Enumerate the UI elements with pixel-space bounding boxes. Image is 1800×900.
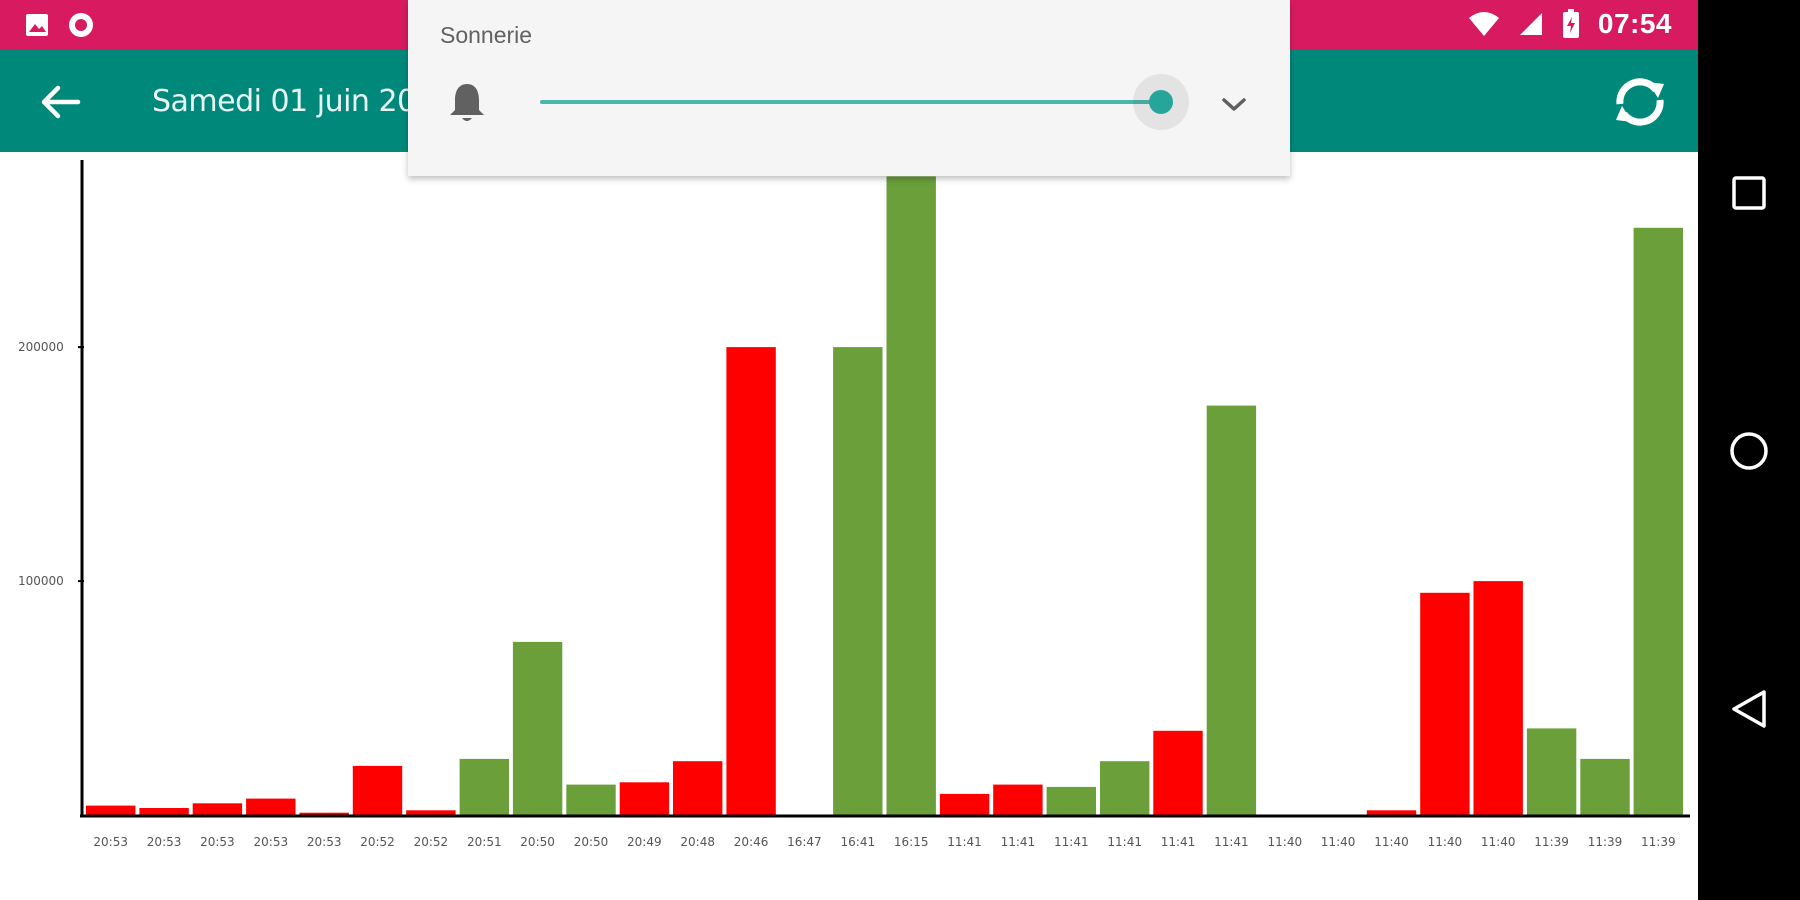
x-tick-label: 20:51 bbox=[467, 835, 502, 849]
bar-27 bbox=[1526, 728, 1577, 815]
x-tick-label: 16:47 bbox=[787, 835, 822, 849]
bar-16 bbox=[939, 793, 990, 815]
bar-17 bbox=[993, 784, 1043, 815]
x-tick-label: 11:41 bbox=[1054, 835, 1089, 849]
bar-6 bbox=[406, 810, 456, 815]
bar-2 bbox=[192, 803, 243, 815]
bar-7 bbox=[459, 758, 509, 815]
x-tick-label: 20:48 bbox=[680, 835, 715, 849]
bar-11 bbox=[673, 761, 723, 815]
x-tick-label: 20:52 bbox=[414, 835, 449, 849]
x-tick-label: 20:50 bbox=[520, 835, 555, 849]
image-icon bbox=[26, 14, 48, 36]
recents-square-icon[interactable] bbox=[1726, 170, 1772, 216]
battery-icon bbox=[1562, 9, 1579, 38]
x-tick-label: 11:41 bbox=[1107, 835, 1142, 849]
x-tick-label: 20:46 bbox=[734, 835, 769, 849]
status-system-icons: 07:54 bbox=[1468, 8, 1672, 40]
volume-slider-thumb[interactable] bbox=[1148, 90, 1173, 114]
chevron-down-icon[interactable] bbox=[1218, 90, 1250, 118]
bar-15 bbox=[886, 176, 936, 815]
x-tick-label: 11:40 bbox=[1321, 835, 1356, 849]
bar-0 bbox=[86, 805, 136, 815]
bar-9 bbox=[566, 784, 616, 815]
volume-slider[interactable] bbox=[540, 74, 1189, 130]
x-tick-label: 11:40 bbox=[1481, 835, 1516, 849]
y-tick-label: 200000 bbox=[18, 340, 64, 354]
x-tick-label: 11:41 bbox=[1161, 835, 1196, 849]
x-tick-label: 20:53 bbox=[307, 835, 342, 849]
navigation-bar bbox=[1698, 0, 1800, 900]
x-tick-label: 11:40 bbox=[1268, 835, 1303, 849]
bar-10 bbox=[619, 782, 670, 816]
x-tick-label: 11:41 bbox=[947, 835, 982, 849]
bar-3 bbox=[246, 798, 296, 815]
x-tick-label: 11:40 bbox=[1374, 835, 1409, 849]
bar-24 bbox=[1366, 810, 1417, 815]
x-tick-label: 20:50 bbox=[574, 835, 609, 849]
bar-21 bbox=[1206, 405, 1257, 815]
volume-slider-track bbox=[540, 100, 1161, 104]
x-tick-label: 11:39 bbox=[1534, 835, 1569, 849]
x-tick-label: 11:40 bbox=[1428, 835, 1463, 849]
volume-panel: Sonnerie bbox=[408, 0, 1290, 176]
signal-icon bbox=[1519, 13, 1542, 35]
x-tick-label: 16:15 bbox=[894, 835, 929, 849]
bar-8 bbox=[512, 641, 563, 815]
x-tick-label: 20:53 bbox=[200, 835, 235, 849]
x-tick-label: 20:53 bbox=[147, 835, 182, 849]
x-tick-label: 20:49 bbox=[627, 835, 662, 849]
x-tick-label: 20:53 bbox=[93, 835, 128, 849]
x-tick-label: 11:39 bbox=[1588, 835, 1623, 849]
bar-14 bbox=[833, 347, 883, 815]
back-triangle-icon[interactable] bbox=[1726, 686, 1772, 732]
status-time: 07:54 bbox=[1597, 8, 1672, 39]
bar-20 bbox=[1153, 730, 1203, 815]
home-circle-icon[interactable] bbox=[1726, 428, 1772, 474]
x-tick-label: 11:41 bbox=[1001, 835, 1036, 849]
x-tick-label: 11:39 bbox=[1641, 835, 1676, 849]
bar-18 bbox=[1046, 786, 1096, 815]
bar-29 bbox=[1633, 227, 1683, 816]
x-tick-label: 20:52 bbox=[360, 835, 395, 849]
bar-1 bbox=[139, 808, 189, 815]
bar-26 bbox=[1473, 581, 1523, 815]
refresh-icon[interactable] bbox=[1610, 74, 1670, 130]
x-tick-label: 11:41 bbox=[1214, 835, 1249, 849]
status-notification-icons bbox=[24, 10, 96, 40]
bar-12 bbox=[726, 347, 776, 815]
record-icon bbox=[69, 13, 93, 37]
bell-icon[interactable] bbox=[446, 80, 488, 124]
arrow-left-icon[interactable] bbox=[38, 80, 82, 124]
wifi-icon bbox=[1468, 12, 1499, 36]
y-tick-label: 100000 bbox=[18, 574, 64, 588]
bar-28 bbox=[1580, 758, 1630, 815]
bar-5 bbox=[352, 765, 403, 815]
bar-25 bbox=[1420, 592, 1470, 815]
bar-chart: 20:53 20:53 20:53 20:53 20:53 20:52 20:52 20:51… bbox=[18, 160, 1690, 849]
bar-19 bbox=[1100, 761, 1150, 815]
x-tick-label: 16:41 bbox=[841, 835, 876, 849]
x-tick-label: 20:53 bbox=[254, 835, 289, 849]
volume-label: Sonnerie bbox=[440, 22, 533, 48]
